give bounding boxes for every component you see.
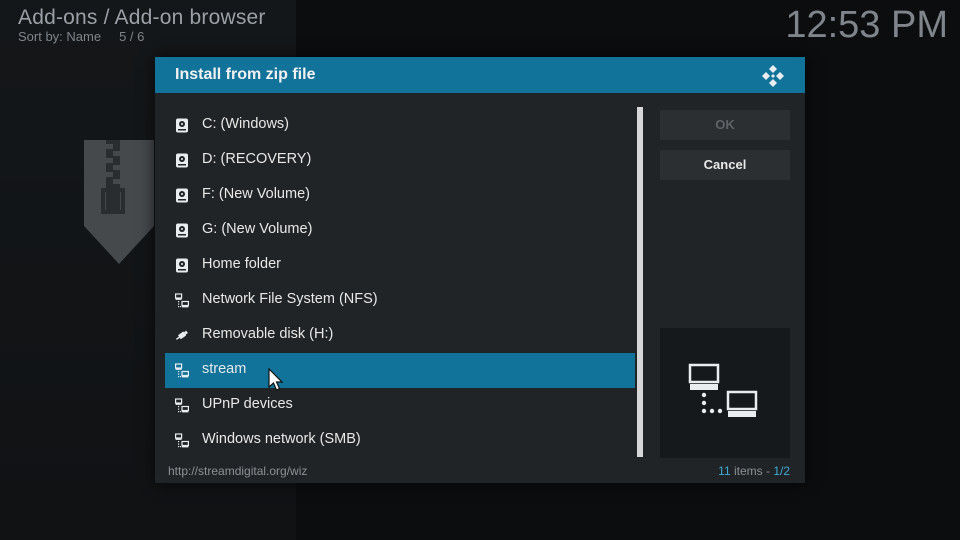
hard-drive-icon <box>175 223 189 238</box>
network-icon <box>175 398 190 413</box>
list-item[interactable]: G: (New Volume) <box>165 213 635 248</box>
preview-panel <box>660 328 790 458</box>
source-list: C: (Windows) D: (RECOVERY) F: (New Volume)… <box>165 108 635 458</box>
list-item-label: G: (New Volume) <box>202 221 313 237</box>
hard-drive-icon <box>175 258 189 273</box>
hard-drive-icon <box>175 188 189 203</box>
ok-button[interactable]: OK <box>660 110 790 140</box>
install-from-zip-dialog: Install from zip file C: (Windows) D: (RE… <box>155 57 805 483</box>
list-item[interactable]: D: (RECOVERY) <box>165 143 635 178</box>
current-path: http://streamdigital.org/wiz <box>168 464 308 478</box>
dialog-header: Install from zip file <box>155 57 805 93</box>
list-item[interactable]: Home folder <box>165 248 635 283</box>
list-item[interactable]: Removable disk (H:) <box>165 318 635 353</box>
list-item[interactable]: stream <box>165 353 635 388</box>
list-item-label: Removable disk (H:) <box>202 326 334 342</box>
network-icon <box>175 293 190 308</box>
list-item-label: UPnP devices <box>202 396 293 412</box>
list-item-label: F: (New Volume) <box>202 186 310 202</box>
network-icon <box>175 363 190 378</box>
list-item-label: D: (RECOVERY) <box>202 151 312 167</box>
list-item[interactable]: UPnP devices <box>165 388 635 423</box>
items-count-number: 11 <box>718 464 731 478</box>
list-item-label: Home folder <box>202 256 281 272</box>
network-icon <box>175 433 190 448</box>
mouse-cursor-icon <box>268 368 284 391</box>
hard-drive-icon <box>175 153 189 168</box>
list-item[interactable]: F: (New Volume) <box>165 178 635 213</box>
network-icon <box>688 363 758 417</box>
zip-archive-icon <box>84 140 154 264</box>
list-item[interactable]: Network File System (NFS) <box>165 283 635 318</box>
scrollbar-thumb[interactable] <box>637 107 643 457</box>
list-item[interactable]: C: (Windows) <box>165 108 635 143</box>
items-count: 11 items - 1/2 <box>718 464 790 478</box>
page-indicator: 1/2 <box>773 464 790 478</box>
list-item[interactable]: Windows network (SMB) <box>165 423 635 458</box>
list-item-label: stream <box>202 361 247 377</box>
list-item-label: Network File System (NFS) <box>202 291 378 307</box>
item-position: 5 / 6 <box>119 29 145 44</box>
hard-drive-icon <box>175 118 189 133</box>
list-item-label: C: (Windows) <box>202 116 290 132</box>
dialog-title: Install from zip file <box>175 66 316 83</box>
list-item-label: Windows network (SMB) <box>202 431 361 447</box>
sort-info: Sort by: Name 5 / 6 <box>18 29 144 44</box>
usb-icon <box>175 328 189 343</box>
kodi-logo-icon <box>762 65 784 87</box>
sort-label: Sort by: Name <box>18 29 102 44</box>
clock: 12:53 PM <box>785 4 948 46</box>
items-count-word: items - <box>730 464 774 478</box>
cancel-button[interactable]: Cancel <box>660 150 790 180</box>
breadcrumb: Add-ons / Add-on browser <box>18 6 266 29</box>
